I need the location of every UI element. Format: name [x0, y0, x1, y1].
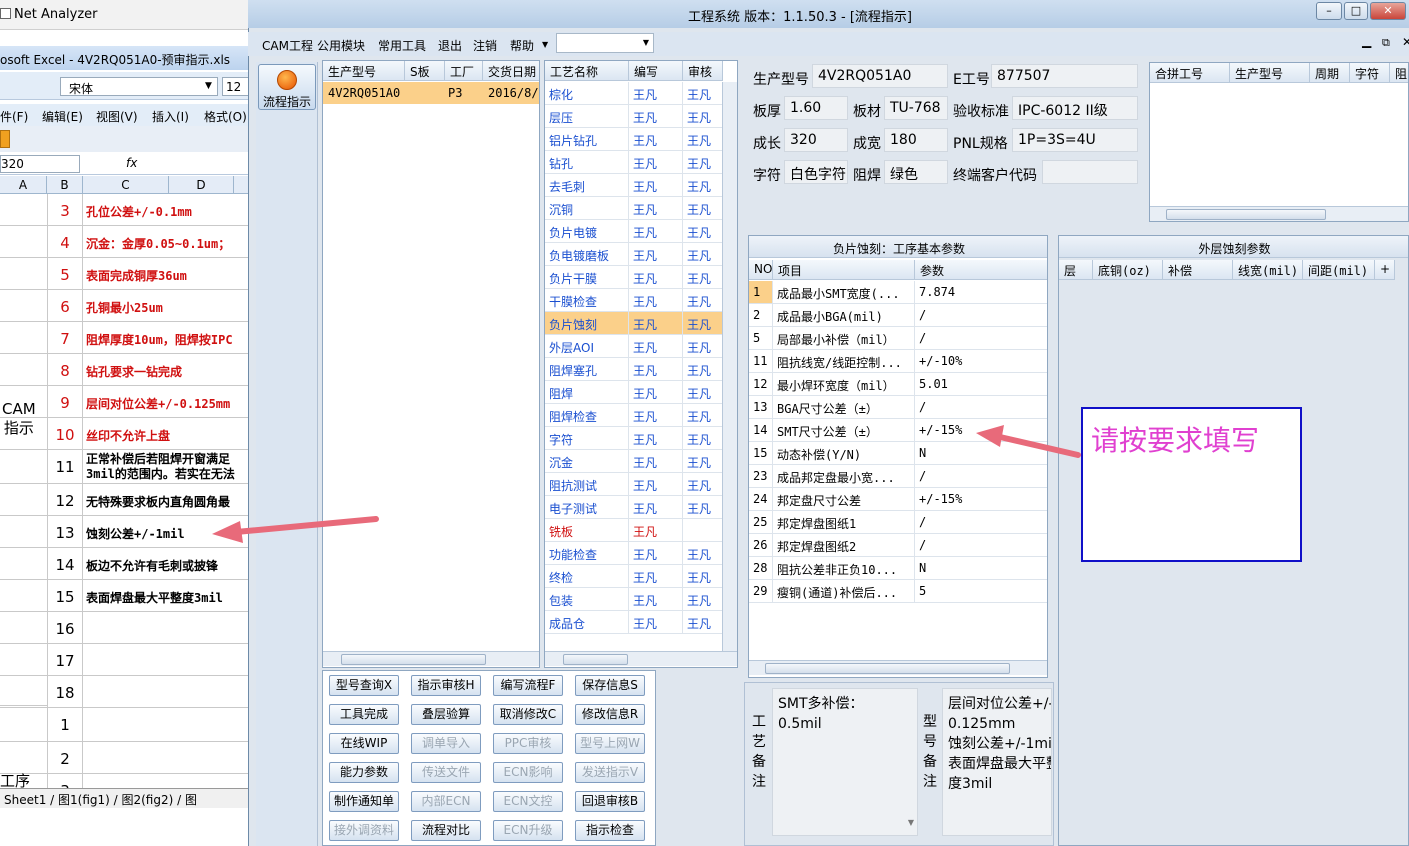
arrowhead-right — [976, 425, 1004, 447]
arrow-left-icon — [233, 516, 379, 535]
arrowhead-left — [212, 521, 243, 543]
arrow-right-icon — [997, 434, 1081, 458]
annotation-arrows — [212, 425, 1081, 543]
